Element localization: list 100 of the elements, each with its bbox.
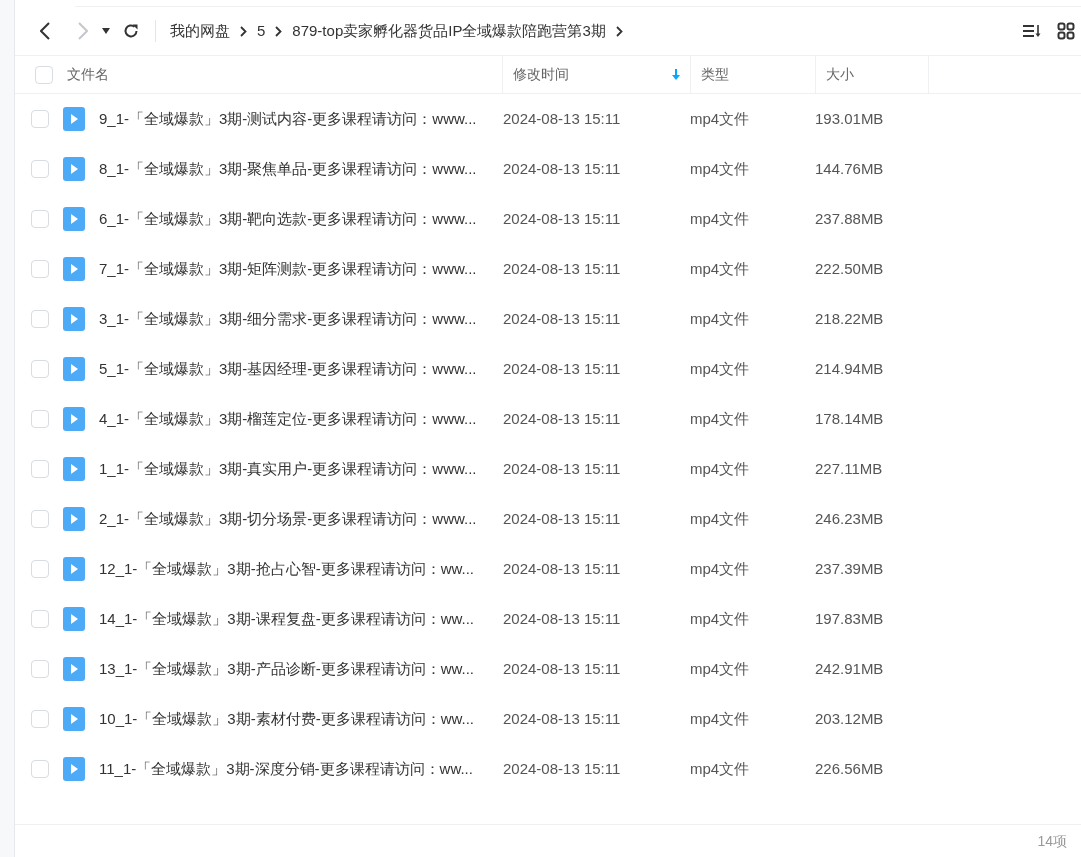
checkbox[interactable] [31, 310, 49, 328]
video-file-icon [63, 557, 85, 581]
breadcrumb-link[interactable]: 879-top卖家孵化器货品IP全域爆款陪跑营第3期 [292, 19, 606, 43]
item-count: 14项 [1037, 831, 1067, 851]
file-size: 237.88MB [815, 208, 884, 229]
file-size: 178.14MB [815, 408, 884, 429]
file-size: 144.76MB [815, 158, 884, 179]
caret-down-icon [102, 28, 110, 34]
file-name: 5_1-「全域爆款」3期-基因经理-更多课程请访问：www... [99, 358, 478, 379]
file-row[interactable]: 5_1-「全域爆款」3期-基因经理-更多课程请访问：www... 2024-08-13 15:11 mp4文件 214.94MB [15, 344, 1081, 394]
video-file-icon [63, 607, 85, 631]
checkbox[interactable] [31, 160, 49, 178]
chevron-right-icon [275, 25, 283, 37]
file-row[interactable]: 7_1-「全域爆款」3期-矩阵测款-更多课程请访问：www... 2024-08-13 15:11 mp4文件 222.50MB [15, 244, 1081, 294]
file-row[interactable]: 10_1-「全域爆款」3期-素材付费-更多课程请访问：ww... 2024-08-13 15:11 mp4文件 203.12MB [15, 694, 1081, 744]
file-size: 218.22MB [815, 308, 884, 329]
modified-time: 2024-08-13 15:11 [503, 308, 622, 329]
file-row[interactable]: 6_1-「全域爆款」3期-靶向选款-更多课程请访问：www... 2024-08-13 15:11 mp4文件 237.88MB [15, 194, 1081, 244]
chevron-right-icon [615, 25, 623, 37]
checkbox[interactable] [31, 710, 49, 728]
video-file-icon [63, 207, 85, 231]
file-type: mp4文件 [690, 608, 751, 629]
modified-time: 2024-08-13 15:11 [503, 208, 622, 229]
checkbox[interactable] [31, 660, 49, 678]
file-type: mp4文件 [690, 458, 751, 479]
file-name: 13_1-「全域爆款」3期-产品诊断-更多课程请访问：ww... [99, 658, 476, 679]
file-row[interactable]: 11_1-「全域爆款」3期-深度分销-更多课程请访问：ww... 2024-08-13 15:11 mp4文件 226.56MB [15, 744, 1081, 794]
video-file-icon [63, 107, 85, 131]
file-size: 226.56MB [815, 758, 884, 779]
file-size: 237.39MB [815, 558, 884, 579]
file-type: mp4文件 [690, 208, 751, 229]
file-name: 12_1-「全域爆款」3期-抢占心智-更多课程请访问：ww... [99, 558, 476, 579]
file-row[interactable]: 3_1-「全域爆款」3期-细分需求-更多课程请访问：www... 2024-08-13 15:11 mp4文件 218.22MB [15, 294, 1081, 344]
modified-time: 2024-08-13 15:11 [503, 358, 622, 379]
modified-time: 2024-08-13 15:11 [503, 758, 622, 779]
column-header[interactable]: 文件名 [67, 56, 503, 93]
video-file-icon [63, 657, 85, 681]
checkbox[interactable] [31, 360, 49, 378]
file-size: 197.83MB [815, 608, 884, 629]
chevron-right-icon [240, 25, 247, 37]
file-type: mp4文件 [690, 508, 751, 529]
file-type: mp4文件 [690, 158, 751, 179]
checkbox[interactable] [31, 460, 49, 478]
file-name: 3_1-「全域爆款」3期-细分需求-更多课程请访问：www... [99, 308, 478, 329]
file-type: mp4文件 [690, 258, 751, 279]
file-type: mp4文件 [690, 758, 751, 779]
video-file-icon [63, 457, 85, 481]
sort-descending-icon [672, 69, 680, 80]
modified-time: 2024-08-13 15:11 [503, 108, 622, 129]
checkbox[interactable] [31, 260, 49, 278]
checkbox[interactable] [31, 560, 49, 578]
modified-time: 2024-08-13 15:11 [503, 708, 622, 729]
modified-time: 2024-08-13 15:11 [503, 608, 622, 629]
column-header[interactable]: 类型 [691, 56, 816, 93]
file-row[interactable]: 8_1-「全域爆款」3期-聚焦单品-更多课程请访问：www... 2024-08-13 15:11 mp4文件 144.76MB [15, 144, 1081, 194]
file-name: 9_1-「全域爆款」3期-测试内容-更多课程请访问：www... [99, 108, 478, 129]
checkbox[interactable] [31, 760, 49, 778]
file-row[interactable]: 13_1-「全域爆款」3期-产品诊断-更多课程请访问：ww... 2024-08-13 15:11 mp4文件 242.91MB [15, 644, 1081, 694]
file-name: 4_1-「全域爆款」3期-榴莲定位-更多课程请访问：www... [99, 408, 478, 429]
file-size: 193.01MB [815, 108, 884, 129]
breadcrumb-link[interactable]: 5 [257, 19, 266, 43]
file-row[interactable]: 12_1-「全域爆款」3期-抢占心智-更多课程请访问：ww... 2024-08-13 15:11 mp4文件 237.39MB [15, 544, 1081, 594]
video-file-icon [63, 157, 85, 181]
column-header[interactable]: 大小 [816, 56, 929, 93]
file-size: 246.23MB [815, 508, 884, 529]
file-name: 10_1-「全域爆款」3期-素材付费-更多课程请访问：ww... [99, 708, 476, 729]
file-type: mp4文件 [690, 558, 751, 579]
modified-time: 2024-08-13 15:11 [503, 508, 622, 529]
file-type: mp4文件 [690, 708, 751, 729]
file-row[interactable]: 1_1-「全域爆款」3期-真实用户-更多课程请访问：www... 2024-08-13 15:11 mp4文件 227.11MB [15, 444, 1081, 494]
file-size: 242.91MB [815, 658, 884, 679]
file-row[interactable]: 14_1-「全域爆款」3期-课程复盘-更多课程请访问：ww... 2024-08-13 15:11 mp4文件 197.83MB [15, 594, 1081, 644]
modified-time: 2024-08-13 15:11 [503, 258, 622, 279]
modified-time: 2024-08-13 15:11 [503, 458, 622, 479]
checkbox[interactable] [31, 210, 49, 228]
file-name: 1_1-「全域爆款」3期-真实用户-更多课程请访问：www... [99, 458, 478, 479]
checkbox[interactable] [31, 610, 49, 628]
file-type: mp4文件 [690, 108, 751, 129]
file-type: mp4文件 [690, 408, 751, 429]
column-header[interactable]: 修改时间 [503, 56, 691, 93]
video-file-icon [63, 757, 85, 781]
file-size: 214.94MB [815, 358, 884, 379]
file-name: 2_1-「全域爆款」3期-切分场景-更多课程请访问：www... [99, 508, 478, 529]
video-file-icon [63, 407, 85, 431]
file-type: mp4文件 [690, 658, 751, 679]
video-file-icon [63, 357, 85, 381]
file-row[interactable]: 9_1-「全域爆款」3期-测试内容-更多课程请访问：www... 2024-08-13 15:11 mp4文件 193.01MB [15, 94, 1081, 144]
checkbox[interactable] [31, 110, 49, 128]
checkbox[interactable] [31, 510, 49, 528]
file-size: 203.12MB [815, 708, 884, 729]
breadcrumb-link[interactable]: 我的网盘 [170, 19, 230, 43]
file-name: 6_1-「全域爆款」3期-靶向选款-更多课程请访问：www... [99, 208, 478, 229]
modified-time: 2024-08-13 15:11 [503, 558, 622, 579]
checkbox[interactable] [31, 410, 49, 428]
file-row[interactable]: 4_1-「全域爆款」3期-榴莲定位-更多课程请访问：www... 2024-08-13 15:11 mp4文件 178.14MB [15, 394, 1081, 444]
checkbox[interactable] [35, 65, 53, 84]
modified-time: 2024-08-13 15:11 [503, 408, 622, 429]
video-file-icon [63, 257, 85, 281]
file-row[interactable]: 2_1-「全域爆款」3期-切分场景-更多课程请访问：www... 2024-08-13 15:11 mp4文件 246.23MB [15, 494, 1081, 544]
file-name: 11_1-「全域爆款」3期-深度分销-更多课程请访问：ww... [99, 758, 474, 779]
